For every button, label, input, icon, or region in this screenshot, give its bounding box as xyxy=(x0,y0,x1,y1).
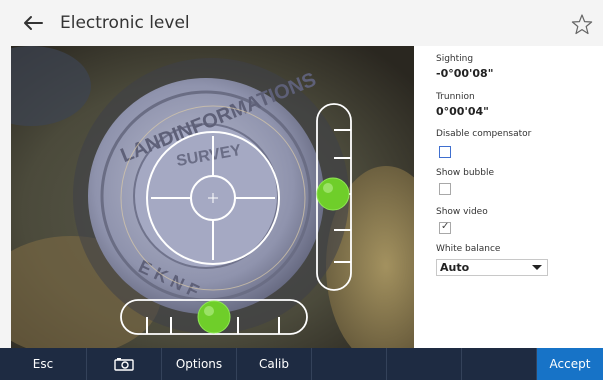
calib-button[interactable]: Calib xyxy=(237,348,312,380)
camera-view-image: LANDINFORMATIONS SURVEY E K N F xyxy=(11,46,414,348)
back-button[interactable] xyxy=(20,9,48,37)
accept-label: Accept xyxy=(549,357,591,371)
show-bubble-label: Show bubble xyxy=(436,168,495,178)
show-bubble-checkbox[interactable] xyxy=(439,183,451,195)
settings-panel: Sighting -0°00'08" Trunnion 0°00'04" Dis… xyxy=(414,46,603,348)
white-balance-label: White balance xyxy=(436,244,501,254)
vertical-bubble xyxy=(316,177,350,211)
camera-icon xyxy=(114,358,134,371)
show-video-label: Show video xyxy=(436,207,488,217)
white-balance-select[interactable]: Auto xyxy=(436,259,548,276)
show-video-checkbox[interactable]: ✓ xyxy=(439,221,451,234)
horizontal-bubble xyxy=(197,300,231,334)
arrow-left-icon xyxy=(24,16,43,30)
trunnion-value: 0°00'04" xyxy=(436,105,489,118)
page-title: Electronic level xyxy=(60,13,190,33)
accept-button[interactable]: Accept xyxy=(537,348,603,380)
white-balance-value: Auto xyxy=(440,261,470,274)
toolbar-slot-empty-3 xyxy=(462,348,537,380)
trunnion-label: Trunnion xyxy=(436,92,475,102)
checkmark-icon: ✓ xyxy=(441,221,450,232)
options-label: Options xyxy=(175,357,223,371)
esc-button[interactable]: Esc xyxy=(0,348,87,380)
dropdown-caret-icon xyxy=(532,265,542,270)
sighting-value: -0°00'08" xyxy=(436,67,494,80)
camera-button[interactable] xyxy=(87,348,162,380)
disable-compensator-checkbox[interactable] xyxy=(439,146,451,158)
toolbar-slot-empty-1 xyxy=(312,348,387,380)
favorite-button[interactable] xyxy=(570,13,594,37)
star-outline-icon xyxy=(571,14,593,35)
toolbar-slot-empty-2 xyxy=(387,348,462,380)
header-bar: Electronic level xyxy=(0,0,603,46)
esc-label: Esc xyxy=(32,357,54,371)
options-button[interactable]: Options xyxy=(162,348,237,380)
camera-viewport[interactable]: LANDINFORMATIONS SURVEY E K N F xyxy=(11,46,414,348)
bottom-toolbar: Esc Options Calib Accept xyxy=(0,348,603,380)
calib-label: Calib xyxy=(258,357,290,371)
sighting-label: Sighting xyxy=(436,54,474,64)
disable-compensator-label: Disable compensator xyxy=(436,129,532,139)
